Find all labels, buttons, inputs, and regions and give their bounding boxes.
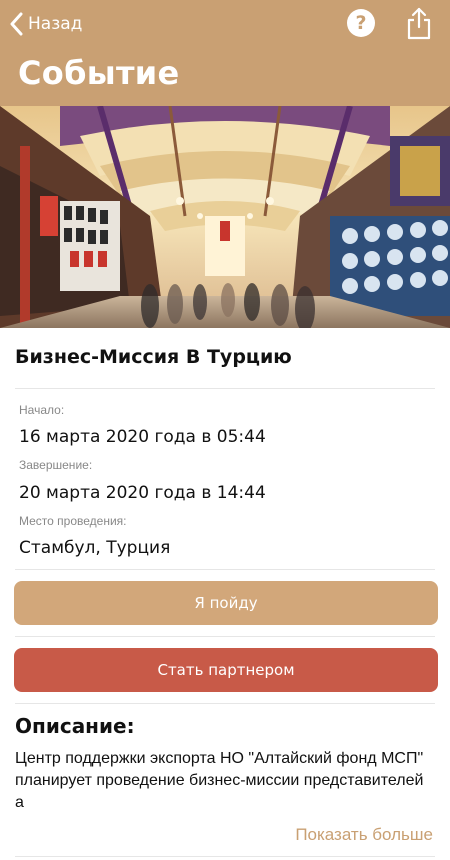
place-label: Место проведения: <box>19 514 127 528</box>
header: Назад ? Событие <box>0 0 450 106</box>
page-title: Событие <box>18 54 180 92</box>
share-icon[interactable] <box>405 6 433 40</box>
event-title: Бизнес-Миссия В Турцию <box>15 346 292 368</box>
start-label: Начало: <box>19 403 65 417</box>
divider <box>15 703 435 704</box>
back-label: Назад <box>28 14 83 34</box>
event-photo <box>0 106 450 328</box>
end-value: 20 марта 2020 года в 14:44 <box>19 483 266 503</box>
help-icon[interactable]: ? <box>347 9 375 37</box>
chevron-left-icon <box>10 12 23 36</box>
divider <box>15 856 435 857</box>
start-value: 16 марта 2020 года в 05:44 <box>19 427 266 447</box>
back-button[interactable]: Назад <box>10 10 82 38</box>
show-more-link[interactable]: Показать больше <box>295 825 433 845</box>
divider <box>15 636 435 637</box>
become-partner-button[interactable]: Стать партнером <box>14 648 438 692</box>
divider <box>15 569 435 570</box>
description-text: Центр поддержки экспорта НО "Алтайский ф… <box>15 750 424 811</box>
divider <box>15 388 435 389</box>
place-value: Стамбул, Турция <box>19 538 171 558</box>
end-label: Завершение: <box>19 458 93 472</box>
description-title: Описание: <box>15 714 135 738</box>
bazaar-image <box>0 106 450 328</box>
attend-button[interactable]: Я пойду <box>14 581 438 625</box>
